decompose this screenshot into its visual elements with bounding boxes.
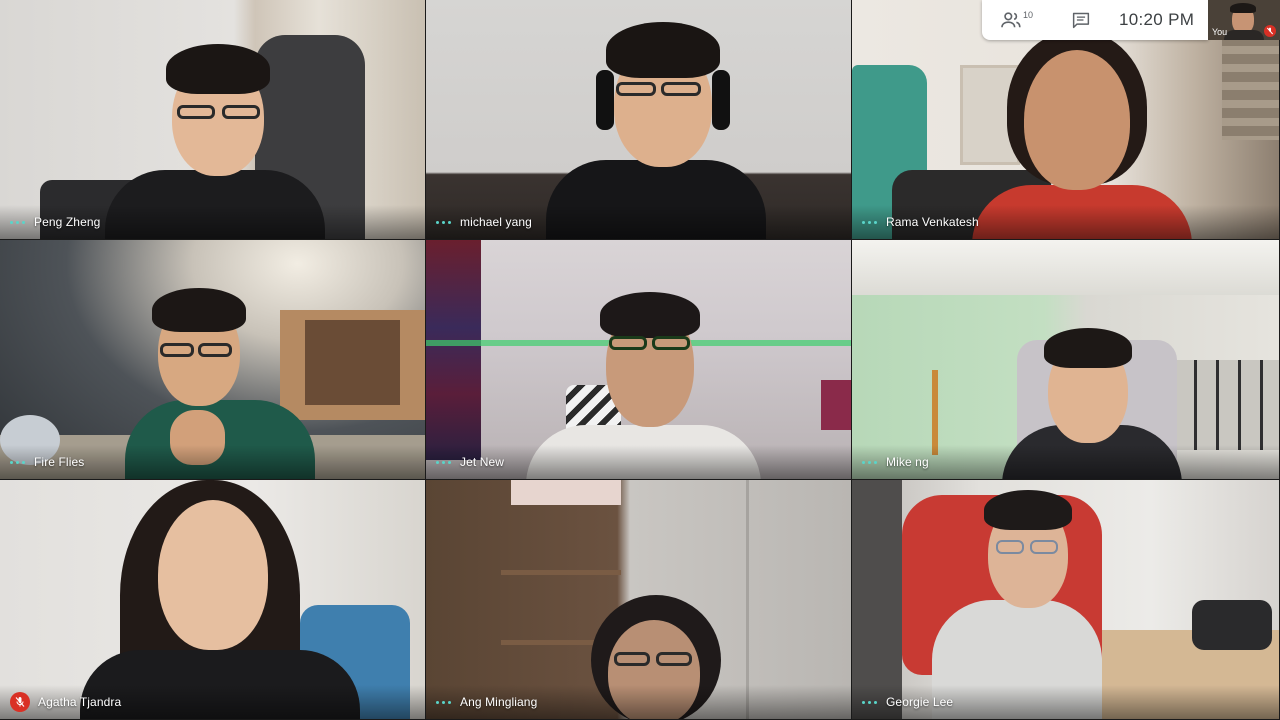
more-options-icon[interactable] xyxy=(862,220,877,224)
more-options-icon[interactable] xyxy=(436,700,451,704)
meeting-clock: 10:20 PM xyxy=(1119,10,1195,29)
self-view-label: You xyxy=(1212,27,1228,37)
more-options-icon[interactable] xyxy=(10,460,25,464)
people-icon xyxy=(1001,12,1021,28)
participant-tile[interactable]: Ang Mingliang xyxy=(426,480,852,720)
more-options-icon[interactable] xyxy=(436,220,451,224)
participant-tile[interactable]: Mike ng xyxy=(852,240,1280,480)
participant-tile[interactable]: Fire Flies xyxy=(0,240,426,480)
participant-video xyxy=(0,480,425,719)
name-bar: michael yang xyxy=(426,205,851,239)
participant-video xyxy=(0,240,425,479)
name-bar: Jet New xyxy=(426,445,851,479)
name-bar: Rama Venkatesh xyxy=(852,205,1279,239)
participant-name: Peng Zheng xyxy=(34,215,101,229)
participant-video xyxy=(852,480,1279,719)
name-bar: Mike ng xyxy=(852,445,1279,479)
participant-name: michael yang xyxy=(460,215,532,229)
mic-off-icon xyxy=(10,692,30,712)
chat-icon xyxy=(1072,12,1090,29)
name-bar: Agatha Tjandra xyxy=(0,685,425,719)
participant-tile[interactable]: Agatha Tjandra xyxy=(0,480,426,720)
meeting-info-bar: 10 10:20 PM xyxy=(982,0,1208,40)
name-bar: Georgie Lee xyxy=(852,685,1279,719)
chat-button[interactable] xyxy=(1071,11,1091,29)
name-bar: Ang Mingliang xyxy=(426,685,851,719)
self-view[interactable]: You xyxy=(1208,0,1280,40)
participant-video xyxy=(852,240,1279,479)
people-button[interactable]: 10 xyxy=(1000,10,1034,29)
more-options-icon[interactable] xyxy=(862,700,877,704)
more-options-icon[interactable] xyxy=(862,460,877,464)
more-options-icon[interactable] xyxy=(10,220,25,224)
participant-tile[interactable]: Peng Zheng xyxy=(0,0,426,240)
more-options-icon[interactable] xyxy=(436,460,451,464)
participant-tile[interactable]: michael yang xyxy=(426,0,852,240)
name-bar: Peng Zheng xyxy=(0,205,425,239)
participant-name: Rama Venkatesh xyxy=(886,215,979,229)
participant-video xyxy=(426,0,851,239)
participant-name: Mike ng xyxy=(886,455,929,469)
participant-name: Jet New xyxy=(460,455,505,469)
participant-video xyxy=(426,240,851,479)
participant-tile[interactable]: Jet New xyxy=(426,240,852,480)
participant-name: Fire Flies xyxy=(34,455,85,469)
name-bar: Fire Flies xyxy=(0,445,425,479)
mic-off-icon xyxy=(1264,25,1276,37)
people-count: 10 xyxy=(1023,10,1034,20)
video-grid: Peng Zheng michael yang Rama Venkatesh F… xyxy=(0,0,1280,720)
participant-name: Georgie Lee xyxy=(886,695,954,709)
participant-name: Ang Mingliang xyxy=(460,695,538,709)
participant-tile[interactable]: Georgie Lee xyxy=(852,480,1280,720)
participant-name: Agatha Tjandra xyxy=(38,695,122,709)
participant-video xyxy=(426,480,851,719)
participant-video xyxy=(0,0,425,239)
